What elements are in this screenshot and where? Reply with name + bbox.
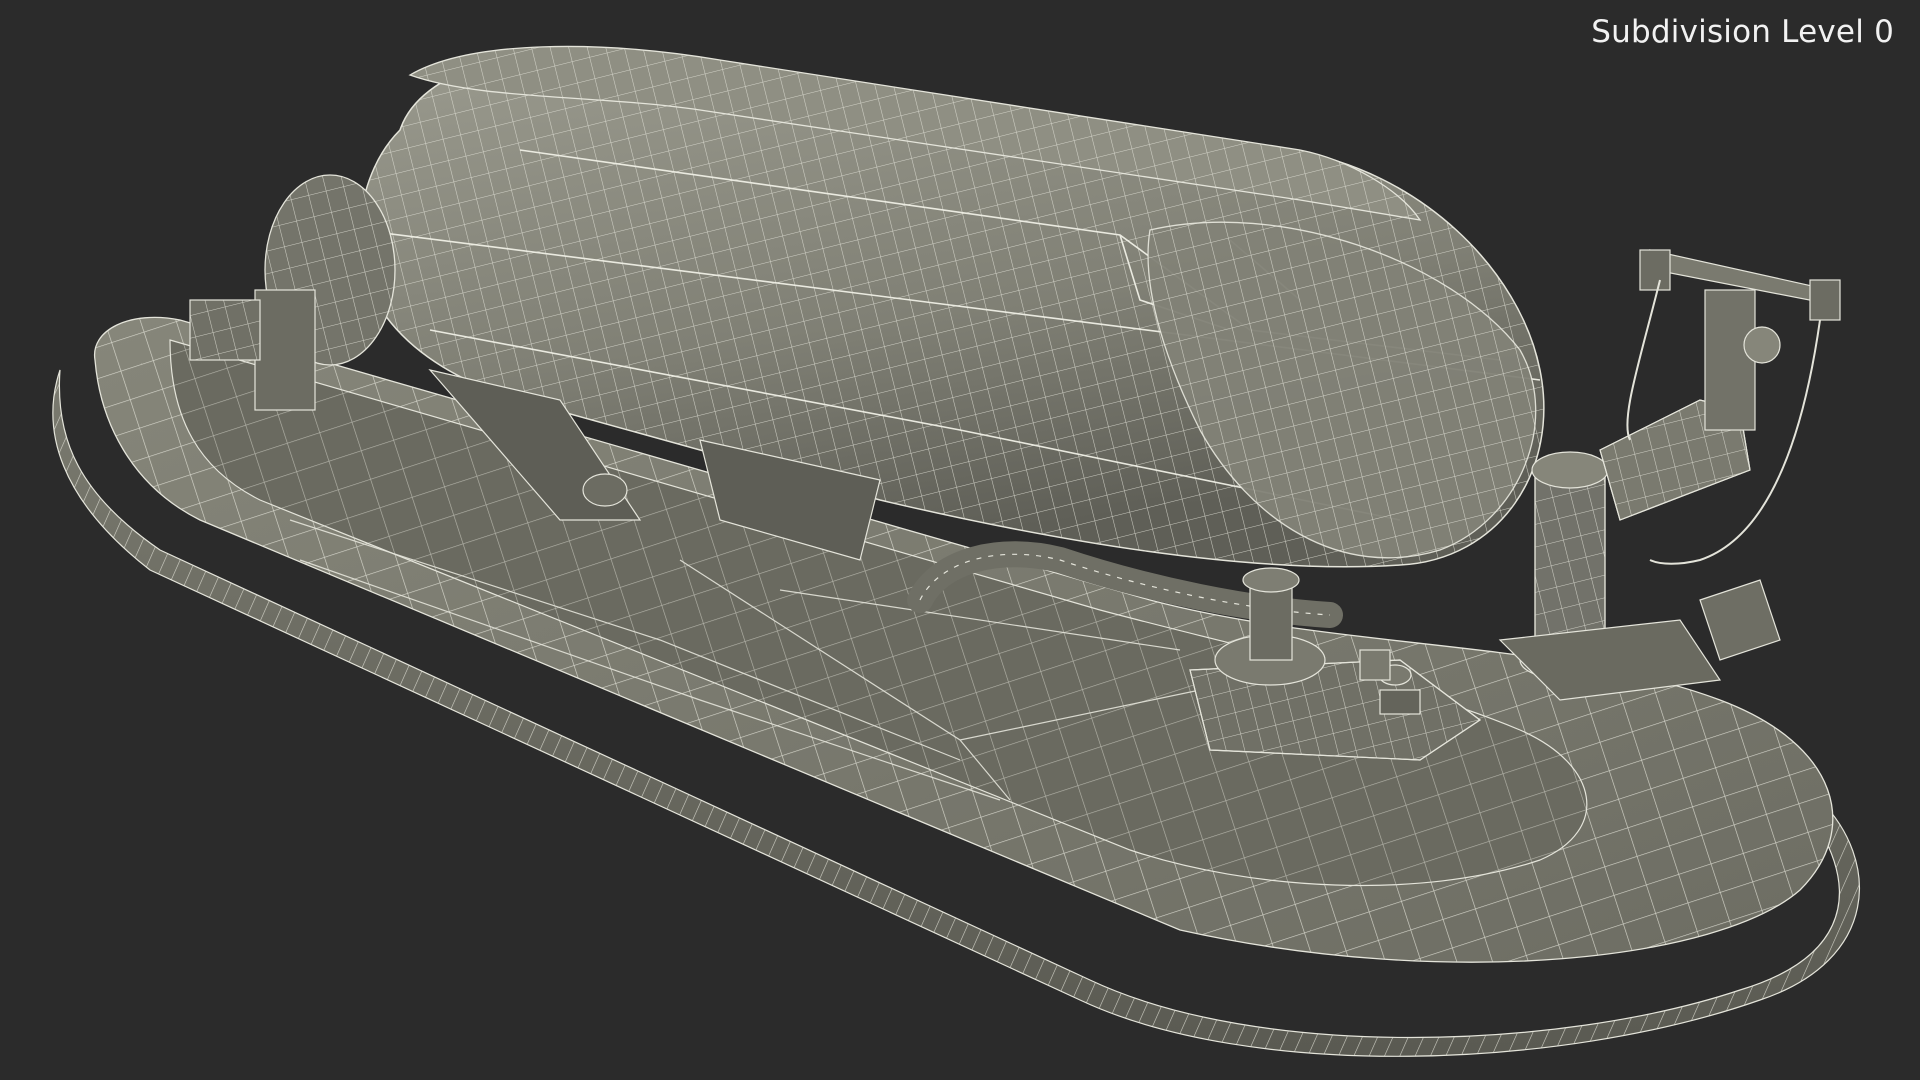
- wireframe-model: [52, 45, 1860, 1057]
- front-arm-assembly: [1498, 249, 1841, 701]
- 3d-viewport[interactable]: Subdivision Level 0: [0, 0, 1920, 1080]
- subdivision-level-label: Subdivision Level 0: [1591, 14, 1894, 50]
